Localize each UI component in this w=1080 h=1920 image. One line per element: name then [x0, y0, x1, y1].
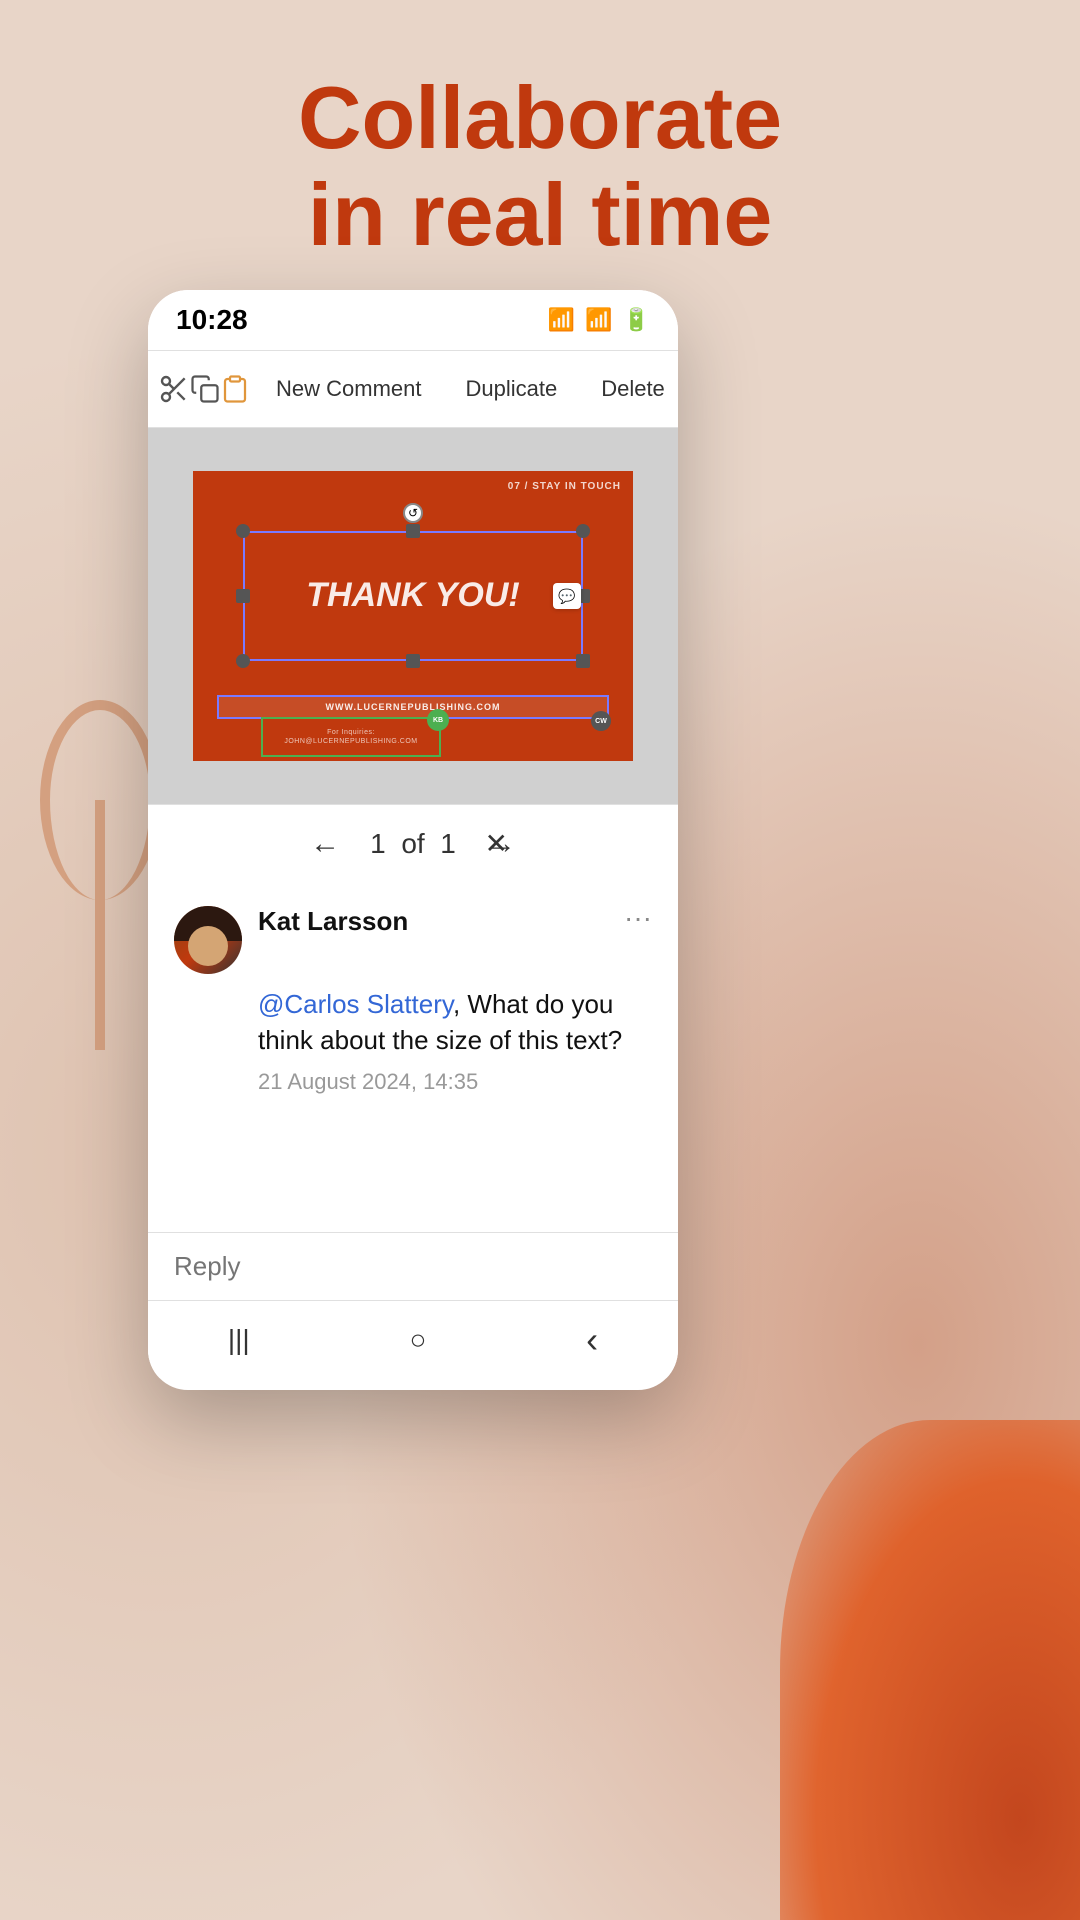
headline-line1: Collaborate — [0, 70, 1080, 167]
prev-page-button[interactable]: ← — [310, 827, 340, 861]
handle-top-left[interactable] — [236, 524, 250, 538]
status-time: 10:28 — [176, 304, 248, 336]
cw-badge: CW — [591, 711, 611, 731]
lamp-stem — [95, 800, 105, 1050]
status-icons: 📶 📶 🔋 — [548, 307, 650, 333]
handle-bottom-mid[interactable] — [406, 654, 420, 668]
paste-button[interactable] — [220, 361, 250, 417]
cut-button[interactable] — [158, 361, 190, 417]
kb-box: For Inquiries: JOHN@LUCERNEPUBLISHING.CO… — [261, 717, 441, 757]
nav-bar: ||| ○ ‹ — [148, 1300, 678, 1378]
pagination-bar: ← 1 of 1 → ✕ — [148, 804, 678, 882]
comment-meta: Kat Larsson — [258, 906, 608, 943]
selected-element[interactable]: THANK YOU! ↺ 💬 — [243, 531, 583, 661]
handle-bottom-left[interactable] — [236, 654, 250, 668]
duplicate-button[interactable]: Duplicate — [447, 361, 575, 417]
headline-line2: in real time — [0, 167, 1080, 264]
signal-icon: 📶 — [585, 307, 612, 333]
commenter-name: Kat Larsson — [258, 906, 608, 937]
reply-bar[interactable] — [148, 1232, 678, 1300]
avatar-face — [188, 926, 228, 966]
new-comment-button[interactable]: New Comment — [258, 361, 439, 417]
nav-home-button[interactable]: ○ — [409, 1324, 426, 1356]
selection-border — [243, 531, 583, 661]
toolbar: New Comment Duplicate Delete — [148, 350, 678, 428]
copy-button[interactable] — [190, 361, 220, 417]
lamp-decoration — [40, 700, 120, 1100]
comment-body: @Carlos Slattery, What do you think abou… — [258, 986, 652, 1095]
comment-section: Kat Larsson ··· @Carlos Slattery, What d… — [148, 882, 678, 1232]
rotate-handle[interactable]: ↺ — [403, 503, 423, 523]
handle-mid-left[interactable] — [236, 589, 250, 603]
comment-bubble-icon[interactable]: 💬 — [553, 583, 581, 609]
headline: Collaborate in real time — [0, 70, 1080, 264]
pagination-close-button[interactable]: ✕ — [485, 827, 508, 860]
slide[interactable]: 07 / STAY IN TOUCH THANK YOU! ↺ 💬 — [193, 471, 633, 761]
avatar — [174, 906, 242, 974]
url-bar: WWW.LUCERNEPUBLISHING.COM — [217, 695, 609, 719]
canvas-area[interactable]: 07 / STAY IN TOUCH THANK YOU! ↺ 💬 — [148, 428, 678, 804]
comment-mention[interactable]: @Carlos Slattery — [258, 989, 453, 1019]
nav-back-button[interactable]: ‹ — [586, 1319, 598, 1361]
pagination-current: 1 of 1 — [370, 828, 456, 860]
status-bar: 10:28 📶 📶 🔋 — [148, 290, 678, 350]
handle-top-right[interactable] — [576, 524, 590, 538]
comment-header: Kat Larsson ··· — [174, 906, 652, 974]
delete-button[interactable]: Delete — [583, 361, 678, 417]
wifi-icon: 📶 — [548, 307, 575, 333]
nav-menu-button[interactable]: ||| — [228, 1324, 250, 1356]
kb-badge: KB — [427, 709, 449, 731]
url-text: WWW.LUCERNEPUBLISHING.COM — [326, 702, 501, 712]
comment-text: @Carlos Slattery, What do you think abou… — [258, 989, 622, 1055]
phone-frame: 10:28 📶 📶 🔋 — [148, 290, 678, 1390]
handle-bottom-right[interactable] — [576, 654, 590, 668]
battery-icon: 🔋 — [623, 307, 650, 333]
handle-top-mid[interactable] — [406, 524, 420, 538]
comment-timestamp: 21 August 2024, 14:35 — [258, 1069, 652, 1095]
slide-corner-text: 07 / STAY IN TOUCH — [508, 481, 621, 492]
kb-inquiry-text: For Inquiries: JOHN@LUCERNEPUBLISHING.CO… — [284, 728, 417, 746]
reply-input[interactable] — [174, 1251, 652, 1282]
comment-more-button[interactable]: ··· — [624, 902, 652, 934]
orange-decoration — [780, 1420, 1080, 1920]
